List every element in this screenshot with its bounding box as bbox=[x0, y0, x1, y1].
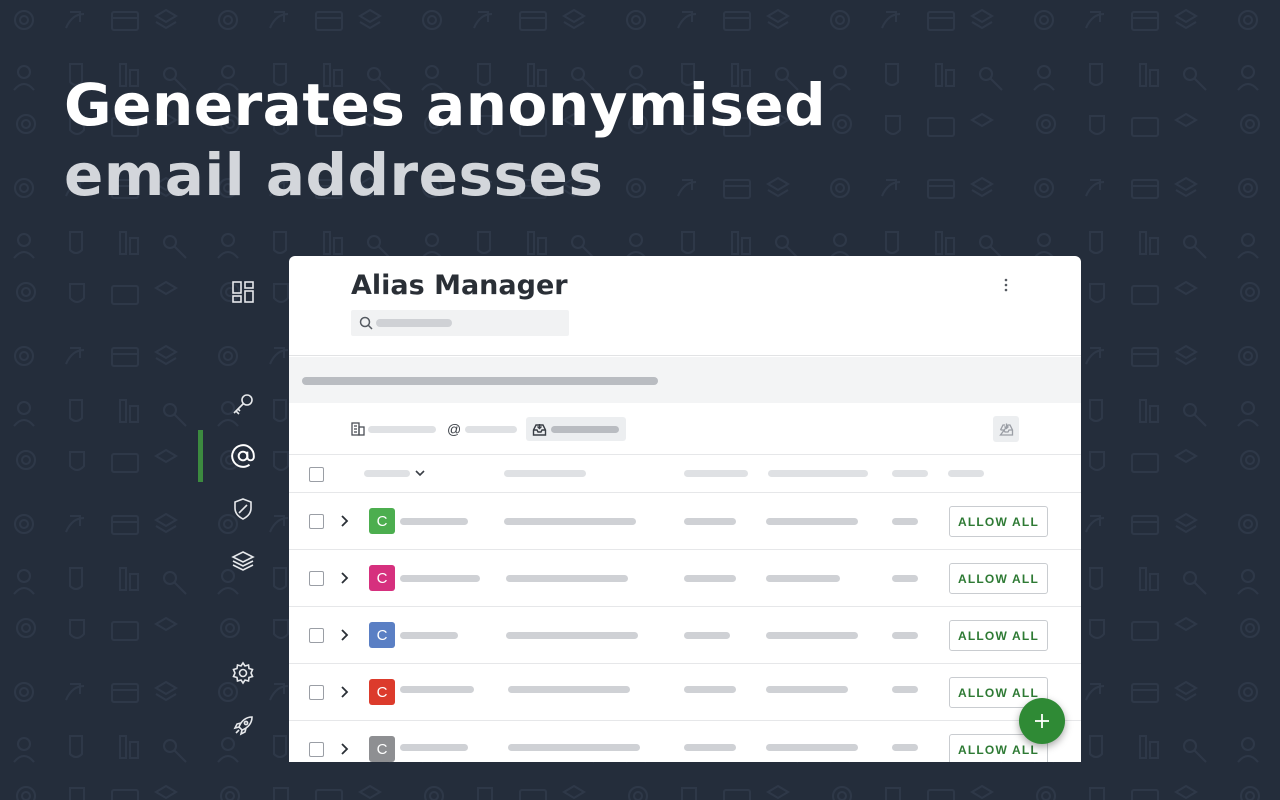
cell-placeholder bbox=[400, 632, 458, 639]
cell-placeholder bbox=[684, 518, 736, 525]
chevron-down-icon[interactable] bbox=[414, 468, 426, 478]
cell-placeholder bbox=[506, 632, 638, 639]
gear-icon[interactable] bbox=[226, 656, 260, 690]
kebab-menu-icon[interactable] bbox=[997, 276, 1015, 294]
allow-all-button[interactable]: ALLOW ALL bbox=[949, 563, 1048, 594]
table-row[interactable]: C ALLOW ALL bbox=[289, 493, 1081, 550]
key-icon[interactable] bbox=[226, 387, 260, 421]
column-header-5 bbox=[892, 470, 928, 477]
cell-placeholder bbox=[400, 744, 468, 751]
chevron-right-icon[interactable] bbox=[338, 741, 352, 757]
search-input[interactable] bbox=[351, 310, 569, 336]
cell-placeholder bbox=[892, 518, 918, 525]
inbox-icon bbox=[532, 423, 547, 436]
cell-placeholder bbox=[684, 575, 736, 582]
export-button[interactable] bbox=[993, 416, 1019, 442]
column-header-name bbox=[364, 470, 410, 477]
tab-aliases[interactable]: @ bbox=[447, 417, 518, 441]
row-checkbox[interactable] bbox=[309, 628, 324, 643]
cell-placeholder bbox=[766, 518, 858, 525]
table-row[interactable]: C ALLOW ALL bbox=[289, 664, 1081, 721]
search-icon bbox=[359, 316, 373, 330]
alias-manager-panel: Alias Manager @ C ALLOW ALL C ALLOW ALL … bbox=[289, 256, 1081, 762]
cell-placeholder bbox=[400, 518, 468, 525]
table-header bbox=[289, 455, 1081, 493]
avatar: C bbox=[369, 736, 395, 762]
filter-band bbox=[289, 357, 1081, 403]
cell-placeholder bbox=[892, 686, 918, 693]
avatar: C bbox=[369, 679, 395, 705]
plus-icon bbox=[1035, 714, 1049, 728]
table-row[interactable]: C ALLOW ALL bbox=[289, 607, 1081, 664]
avatar: C bbox=[369, 622, 395, 648]
cell-placeholder bbox=[766, 744, 858, 751]
panel-header: Alias Manager bbox=[289, 256, 1081, 356]
select-all-checkbox[interactable] bbox=[309, 467, 324, 482]
row-checkbox[interactable] bbox=[309, 571, 324, 586]
dashboard-icon[interactable] bbox=[226, 275, 260, 309]
cell-placeholder bbox=[892, 744, 918, 751]
row-checkbox[interactable] bbox=[309, 514, 324, 529]
row-checkbox[interactable] bbox=[309, 742, 324, 757]
avatar: C bbox=[369, 565, 395, 591]
tab-label-placeholder bbox=[368, 425, 436, 433]
allow-all-button[interactable]: ALLOW ALL bbox=[949, 506, 1048, 537]
chevron-right-icon[interactable] bbox=[338, 627, 352, 643]
column-header-2 bbox=[504, 470, 586, 477]
search-placeholder bbox=[376, 319, 452, 327]
cell-placeholder bbox=[766, 575, 840, 582]
cell-placeholder bbox=[684, 744, 736, 751]
cell-placeholder bbox=[400, 575, 480, 582]
shield-icon[interactable] bbox=[226, 492, 260, 526]
tab-domains[interactable] bbox=[351, 417, 436, 441]
cell-placeholder bbox=[506, 575, 628, 582]
building-icon bbox=[351, 422, 365, 436]
chevron-right-icon[interactable] bbox=[338, 570, 352, 586]
rocket-icon[interactable] bbox=[226, 709, 260, 743]
column-header-3 bbox=[684, 470, 748, 477]
chevron-right-icon[interactable] bbox=[338, 513, 352, 529]
page-title: Alias Manager bbox=[351, 270, 568, 301]
chevron-right-icon[interactable] bbox=[338, 684, 352, 700]
cell-placeholder bbox=[508, 744, 640, 751]
column-header-4 bbox=[768, 470, 868, 477]
tab-inbox[interactable] bbox=[526, 417, 626, 441]
cell-placeholder bbox=[684, 632, 730, 639]
column-header-6 bbox=[948, 470, 984, 477]
cell-placeholder bbox=[766, 686, 848, 693]
table-row[interactable]: C ALLOW ALL bbox=[289, 721, 1081, 762]
avatar: C bbox=[369, 508, 395, 534]
headline-line-2: email addresses bbox=[64, 141, 604, 209]
filter-placeholder bbox=[302, 377, 658, 385]
layers-icon[interactable] bbox=[226, 544, 260, 578]
add-alias-button[interactable] bbox=[1019, 698, 1065, 744]
headline-line-1: Generates anonymised bbox=[64, 71, 827, 139]
cell-placeholder bbox=[504, 518, 636, 525]
cell-placeholder bbox=[400, 686, 474, 693]
inbox-download-icon bbox=[998, 423, 1013, 436]
cell-placeholder bbox=[766, 632, 858, 639]
cell-placeholder bbox=[684, 686, 736, 693]
row-checkbox[interactable] bbox=[309, 685, 324, 700]
tabs-row: @ bbox=[289, 403, 1081, 455]
cell-placeholder bbox=[508, 686, 630, 693]
sidebar-active-indicator bbox=[198, 430, 203, 482]
cell-placeholder bbox=[892, 575, 918, 582]
at-sign-icon: @ bbox=[447, 421, 462, 437]
tab-label-placeholder bbox=[465, 425, 518, 433]
at-sign-icon[interactable] bbox=[226, 439, 260, 473]
cell-placeholder bbox=[892, 632, 918, 639]
allow-all-button[interactable]: ALLOW ALL bbox=[949, 620, 1048, 651]
tab-label-placeholder bbox=[551, 425, 619, 433]
headline: Generates anonymised email addresses bbox=[64, 70, 826, 210]
table-row[interactable]: C ALLOW ALL bbox=[289, 550, 1081, 607]
